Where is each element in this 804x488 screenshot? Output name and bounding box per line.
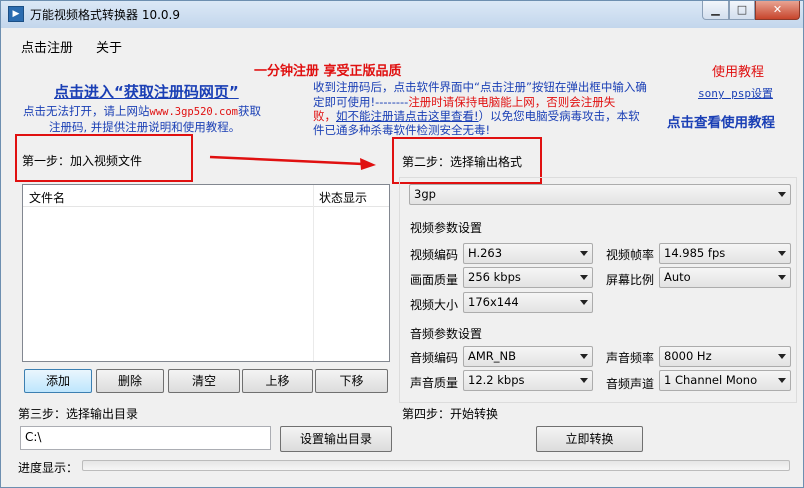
audio-codec-select[interactable]: AMR_NB bbox=[463, 346, 593, 367]
video-codec-label: 视频编码 bbox=[410, 248, 459, 262]
video-quality-label: 画面质量 bbox=[410, 273, 459, 287]
close-button[interactable]: ✕ bbox=[755, 1, 800, 20]
reg-note-3c: ）以免您电脑受病毒攻击，本软 bbox=[478, 109, 640, 123]
app-window: ▶ 万能视频格式转换器 10.0.9 ▁ □ ✕ 点击注册 关于 一分钟注册 享… bbox=[0, 0, 804, 488]
minimize-button[interactable]: ▁ bbox=[702, 1, 729, 20]
progress-bar bbox=[82, 460, 790, 471]
video-group-title: 视频参数设置 bbox=[410, 221, 483, 235]
audio-channel-value: 1 Channel Mono bbox=[664, 373, 758, 387]
video-size-select[interactable]: 176x144 bbox=[463, 292, 593, 313]
fallback-post1: 获取 bbox=[238, 104, 262, 118]
tutorial-link[interactable]: 点击查看使用教程 bbox=[667, 111, 775, 131]
audio-rate-value: 8000 Hz bbox=[664, 349, 712, 363]
video-fps-value: 14.985 fps bbox=[664, 246, 726, 260]
audio-channel-label: 音频声道 bbox=[606, 377, 655, 391]
video-size-label: 视频大小 bbox=[410, 298, 459, 312]
move-up-button[interactable]: 上移 bbox=[242, 369, 313, 393]
column-status[interactable]: 状态显示 bbox=[319, 189, 367, 206]
reg-note-2a: 定即可使用!-------- bbox=[313, 95, 409, 109]
clear-button[interactable]: 清空 bbox=[168, 369, 240, 393]
fallback-note: 点击无法打开，请上网站www.3gp520.com获取 bbox=[23, 104, 261, 120]
reg-note-2: 定即可使用!--------注册时请保持电脑能上网，否则会注册失 bbox=[313, 95, 615, 110]
video-quality-value: 256 kbps bbox=[468, 270, 521, 284]
set-output-dir-button[interactable]: 设置输出目录 bbox=[280, 426, 392, 452]
tutorial-title: 使用教程 bbox=[712, 65, 765, 80]
video-codec-value: H.263 bbox=[468, 246, 503, 260]
website-link[interactable]: www.3gp520.com bbox=[150, 106, 239, 118]
audio-channel-select[interactable]: 1 Channel Mono bbox=[659, 370, 791, 391]
audio-codec-label: 音频编码 bbox=[410, 351, 459, 365]
reg-note-3a: 败， bbox=[313, 109, 336, 123]
start-convert-button[interactable]: 立即转换 bbox=[536, 426, 643, 452]
video-fps-select[interactable]: 14.985 fps bbox=[659, 243, 791, 264]
chevron-down-icon bbox=[580, 275, 588, 280]
title-bar[interactable]: ▶ 万能视频格式转换器 10.0.9 ▁ □ ✕ bbox=[1, 1, 803, 28]
arrow-icon bbox=[209, 155, 376, 170]
audio-codec-value: AMR_NB bbox=[468, 349, 517, 363]
app-icon: ▶ bbox=[8, 6, 24, 22]
reg-note-3: 败，如不能注册请点击这里查看!）以免您电脑受病毒攻击，本软 bbox=[313, 109, 640, 124]
format-select[interactable]: 3gp bbox=[409, 184, 791, 205]
move-down-button[interactable]: 下移 bbox=[315, 369, 388, 393]
step3-label: 第三步：选择输出目录 bbox=[18, 407, 139, 421]
chevron-down-icon bbox=[580, 354, 588, 359]
add-button[interactable]: 添加 bbox=[24, 369, 92, 393]
reg-note-1: 收到注册码后，点击软件界面中“点击注册”按钮在弹出框中输入确 bbox=[313, 80, 647, 94]
chevron-down-icon bbox=[580, 251, 588, 256]
step2-label: 第二步：选择输出格式 bbox=[402, 155, 523, 169]
aspect-ratio-value: Auto bbox=[664, 270, 691, 284]
promo-headline: 一分钟注册 享受正版品质 bbox=[254, 64, 402, 79]
progress-label: 进度显示： bbox=[18, 461, 79, 475]
aspect-ratio-label: 屏幕比例 bbox=[606, 273, 655, 287]
column-filename[interactable]: 文件名 bbox=[29, 189, 65, 206]
reg-note-2b: 注册时请保持电脑能上网，否则会注册失 bbox=[408, 95, 616, 109]
audio-rate-label: 声音频率 bbox=[606, 351, 655, 365]
chevron-down-icon bbox=[580, 300, 588, 305]
fallback-pre: 点击无法打开，请上网站 bbox=[23, 104, 150, 118]
get-code-link[interactable]: 点击进入“获取注册码网页” bbox=[54, 81, 239, 102]
audio-rate-select[interactable]: 8000 Hz bbox=[659, 346, 791, 367]
file-list[interactable]: 文件名 状态显示 bbox=[22, 184, 390, 362]
fallback-post2: 注册码, 并提供注册说明和使用教程。 bbox=[49, 120, 241, 134]
step4-label: 第四步：开始转换 bbox=[402, 407, 499, 421]
reg-note-4: 件已通多种杀毒软件检测安全无毒! bbox=[313, 123, 491, 137]
column-divider[interactable] bbox=[313, 185, 314, 361]
aspect-ratio-select[interactable]: Auto bbox=[659, 267, 791, 288]
chevron-down-icon bbox=[778, 192, 786, 197]
video-quality-select[interactable]: 256 kbps bbox=[463, 267, 593, 288]
output-path-input[interactable]: C:\ bbox=[20, 426, 271, 450]
audio-quality-label: 声音质量 bbox=[410, 376, 459, 390]
video-fps-label: 视频帧率 bbox=[606, 248, 655, 262]
audio-group-title: 音频参数设置 bbox=[410, 327, 483, 341]
audio-quality-value: 12.2 kbps bbox=[468, 373, 525, 387]
chevron-down-icon bbox=[778, 251, 786, 256]
delete-button[interactable]: 删除 bbox=[96, 369, 164, 393]
file-list-header: 文件名 状态显示 bbox=[23, 185, 389, 207]
chevron-down-icon bbox=[778, 275, 786, 280]
video-codec-select[interactable]: H.263 bbox=[463, 243, 593, 264]
audio-quality-select[interactable]: 12.2 kbps bbox=[463, 370, 593, 391]
chevron-down-icon bbox=[580, 378, 588, 383]
reg-help-link[interactable]: 如不能注册请点击这里查看! bbox=[336, 109, 479, 123]
maximize-button[interactable]: □ bbox=[729, 1, 755, 20]
step1-label: 第一步：加入视频文件 bbox=[22, 154, 143, 168]
video-size-value: 176x144 bbox=[468, 295, 519, 309]
menu-about[interactable]: 关于 bbox=[96, 37, 122, 56]
chevron-down-icon bbox=[778, 378, 786, 383]
format-value: 3gp bbox=[414, 187, 436, 201]
psp-settings-link[interactable]: sony psp设置 bbox=[698, 85, 773, 101]
menu-register[interactable]: 点击注册 bbox=[21, 37, 73, 56]
window-title: 万能视频格式转换器 10.0.9 bbox=[30, 8, 180, 22]
chevron-down-icon bbox=[778, 354, 786, 359]
